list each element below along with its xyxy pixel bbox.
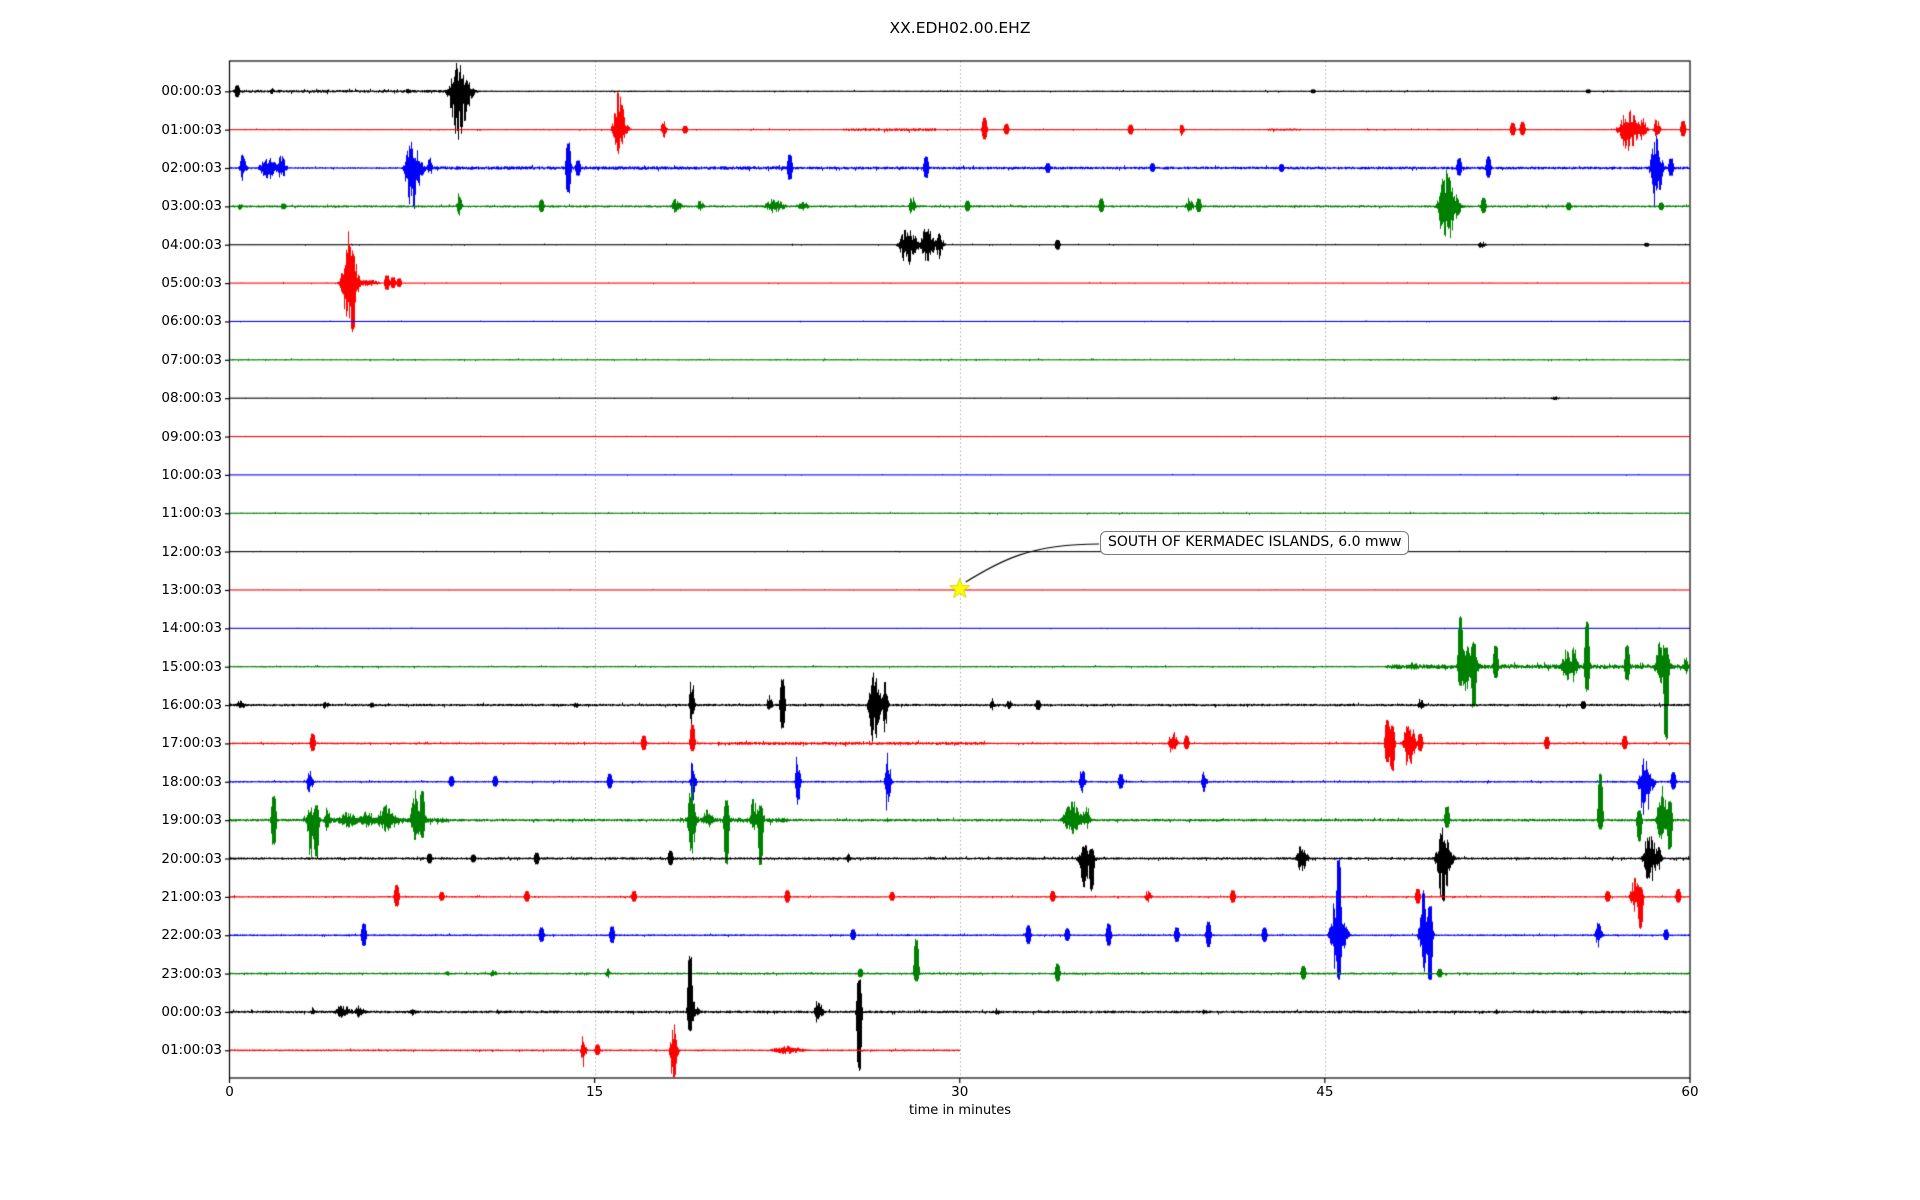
x-tick-label: 60 <box>1681 1084 1699 1100</box>
y-tick-label: 00:00:03 <box>161 1003 222 1020</box>
y-tick-label: 10:00:03 <box>161 466 222 483</box>
y-tick-label: 04:00:03 <box>161 236 222 253</box>
y-tick-label: 20:00:03 <box>161 850 222 867</box>
x-tick-label: 30 <box>951 1084 969 1100</box>
y-tick-label: 12:00:03 <box>161 543 222 560</box>
y-tick-label: 01:00:03 <box>161 1042 222 1059</box>
event-annotation-text: SOUTH OF KERMADEC ISLANDS, 6.0 mww <box>1108 534 1402 550</box>
x-tick-label: 0 <box>225 1084 234 1100</box>
helicorder-figure: XX.EDH02.00.EHZ 00:00:03 01:00:03 02:00:03… <box>0 0 1920 1200</box>
helicorder-plot-canvas <box>0 0 1920 1200</box>
y-tick-label: 09:00:03 <box>161 428 222 445</box>
y-tick-label: 05:00:03 <box>161 275 222 292</box>
y-tick-label: 15:00:03 <box>161 658 222 675</box>
y-tick-label: 21:00:03 <box>161 888 222 905</box>
y-tick-label: 00:00:03 <box>161 83 222 100</box>
x-tick-label: 15 <box>586 1084 604 1100</box>
y-tick-label: 22:00:03 <box>161 927 222 944</box>
x-tick-label: 45 <box>1316 1084 1334 1100</box>
chart-title: XX.EDH02.00.EHZ <box>889 19 1031 37</box>
y-tick-label: 11:00:03 <box>161 505 222 522</box>
y-tick-label: 01:00:03 <box>161 121 222 138</box>
x-axis-title: time in minutes <box>908 1103 1012 1118</box>
y-tick-label: 08:00:03 <box>161 390 222 407</box>
y-tick-label: 19:00:03 <box>161 812 222 829</box>
y-tick-label: 23:00:03 <box>161 965 222 982</box>
y-tick-label: 18:00:03 <box>161 773 222 790</box>
y-tick-label: 03:00:03 <box>161 198 222 215</box>
y-tick-label: 14:00:03 <box>161 620 222 637</box>
event-annotation-box: SOUTH OF KERMADEC ISLANDS, 6.0 mww <box>1100 531 1410 555</box>
y-tick-label: 16:00:03 <box>161 697 222 714</box>
y-tick-label: 07:00:03 <box>161 351 222 368</box>
y-tick-label: 02:00:03 <box>161 160 222 177</box>
y-tick-label: 17:00:03 <box>161 735 222 752</box>
y-tick-label: 06:00:03 <box>161 313 222 330</box>
y-tick-label: 13:00:03 <box>161 581 222 598</box>
